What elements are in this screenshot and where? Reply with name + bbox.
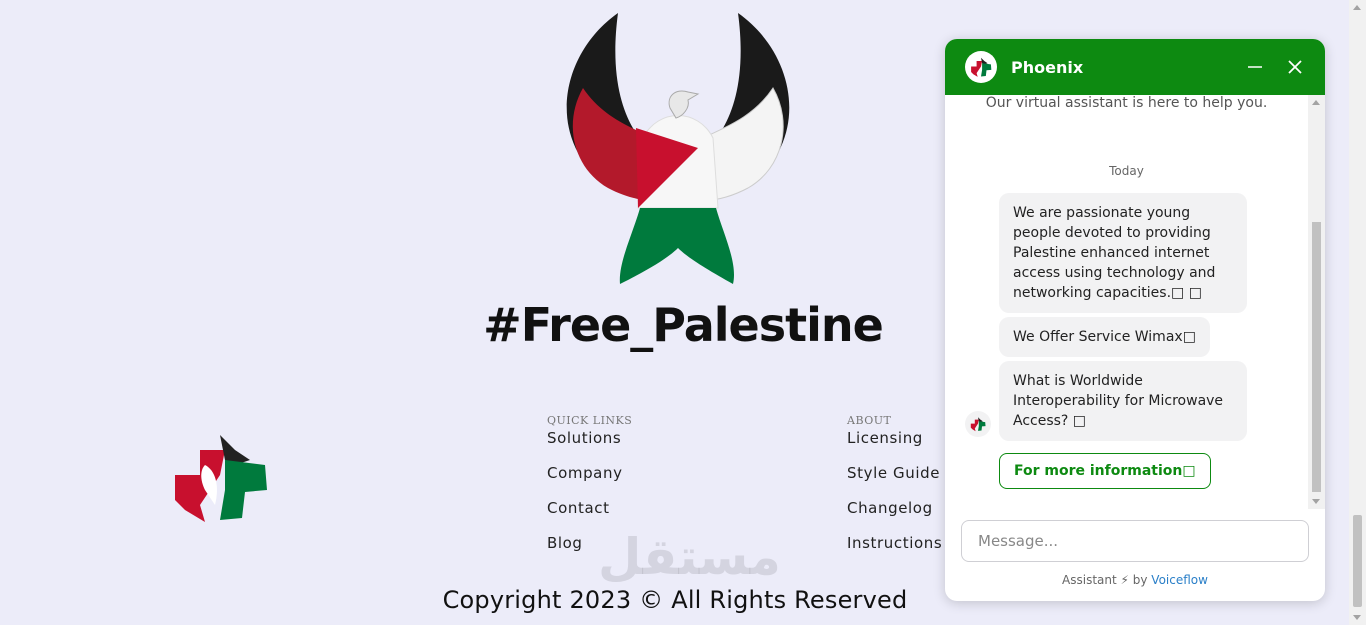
footer-link-changelog[interactable]: Changelog: [847, 499, 942, 517]
footer-link-solutions[interactable]: Solutions: [547, 429, 632, 447]
chat-message: We Offer Service Wimax□: [999, 317, 1210, 357]
chat-scrollbar[interactable]: [1308, 95, 1325, 509]
message-input[interactable]: [961, 520, 1309, 562]
chat-widget: Phoenix Our virtual assistant is here to…: [945, 39, 1325, 601]
more-information-button[interactable]: For more information□: [999, 453, 1211, 489]
phoenix-logo-icon: [971, 57, 992, 77]
scroll-down-arrow-icon[interactable]: [1312, 499, 1320, 504]
chat-header: Phoenix: [945, 39, 1325, 95]
powered-by: Assistant ⚡ by Voiceflow: [945, 573, 1325, 587]
footer-link-contact[interactable]: Contact: [547, 499, 632, 517]
bot-avatar: [965, 411, 991, 437]
chat-message: What is Worldwide Interoperability for M…: [999, 361, 1247, 441]
scrollbar-thumb[interactable]: [1353, 515, 1362, 607]
scroll-down-arrow-icon[interactable]: [1353, 615, 1361, 620]
about-heading: ABOUT: [847, 414, 892, 427]
chat-title: Phoenix: [1011, 57, 1084, 77]
footer-logo[interactable]: [170, 430, 270, 524]
voiceflow-link[interactable]: Voiceflow: [1151, 573, 1208, 587]
footer-link-company[interactable]: Company: [547, 464, 632, 482]
close-icon: [1288, 60, 1302, 74]
minimize-button[interactable]: [1243, 55, 1267, 79]
chat-messages[interactable]: Our virtual assistant is here to help yo…: [945, 95, 1325, 509]
footer-link-licensing[interactable]: Licensing: [847, 429, 942, 447]
close-button[interactable]: [1283, 55, 1307, 79]
footer-link-style-guide[interactable]: Style Guide: [847, 464, 942, 482]
footer-link-instructions[interactable]: Instructions: [847, 534, 942, 552]
scroll-up-arrow-icon[interactable]: [1353, 5, 1361, 10]
powered-by-prefix: Assistant ⚡ by: [1062, 573, 1152, 587]
about-column: ABOUT Licensing Style Guide Changelog In…: [847, 414, 942, 552]
scroll-up-arrow-icon[interactable]: [1312, 100, 1320, 105]
phoenix-flag-illustration: [566, 13, 790, 284]
chat-scrollbar-thumb[interactable]: [1312, 222, 1321, 492]
page-scrollbar[interactable]: [1349, 0, 1366, 625]
day-separator: Today: [1109, 164, 1144, 178]
chat-message: We are passionate young people devoted t…: [999, 193, 1247, 313]
copyright-text: Copyright 2023 © All Rights Reserved: [442, 586, 908, 614]
chat-tagline: Our virtual assistant is here to help yo…: [985, 95, 1268, 111]
hero-title: #Free_Palestine: [483, 298, 884, 352]
quick-links-heading: QUICK LINKS: [547, 414, 633, 427]
phoenix-logo-icon: [970, 417, 986, 432]
chat-avatar: [965, 51, 997, 83]
minimize-icon: [1248, 66, 1262, 68]
watermark-text: مستقل: [598, 528, 781, 586]
